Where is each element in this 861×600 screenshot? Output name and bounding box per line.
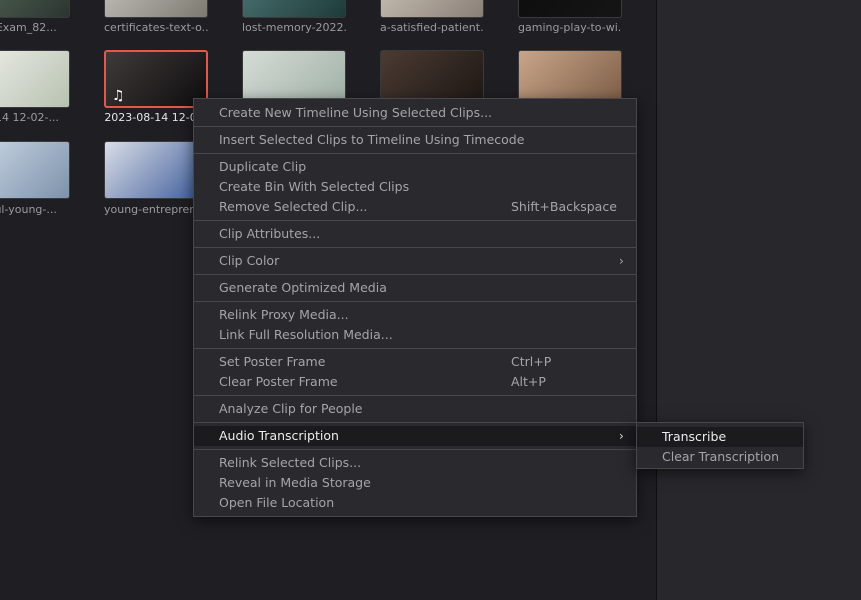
menu-item-link-full-resolution[interactable]: Link Full Resolution Media... [194, 325, 636, 345]
clip-thumbnail-image[interactable] [0, 141, 70, 199]
clip-thumbnail-image[interactable] [0, 0, 70, 18]
menu-item-remove-clip[interactable]: Remove Selected Clip... Shift+Backspace [194, 197, 636, 217]
menu-item-label: Reveal in Media Storage [219, 475, 371, 490]
chevron-right-icon: › [619, 254, 624, 268]
clip-name: re_Exam_82... [0, 21, 57, 34]
menu-item-generate-optimized-media[interactable]: Generate Optimized Media [194, 278, 636, 298]
menu-item-label: Relink Proxy Media... [219, 307, 349, 322]
menu-item-clip-attributes[interactable]: Clip Attributes... [194, 224, 636, 244]
clip-name: lost-memory-2022... [242, 21, 346, 34]
menu-item-shortcut: Alt+P [511, 374, 546, 389]
submenu-item-label: Clear Transcription [662, 449, 780, 464]
clip-name: certificates-text-o... [104, 21, 208, 34]
clip-thumbnail-image[interactable] [380, 0, 484, 18]
menu-separator [194, 449, 636, 450]
menu-item-label: Clip Color [219, 253, 280, 268]
clip-thumbnail-image[interactable] [518, 0, 622, 18]
menu-item-clip-color[interactable]: Clip Color › [194, 251, 636, 271]
clip-name: gaming-play-to-wi... [518, 21, 622, 34]
submenu-item-clear-transcription[interactable]: Clear Transcription [637, 447, 803, 467]
menu-separator [194, 220, 636, 221]
menu-item-relink-selected-clips[interactable]: Relink Selected Clips... [194, 453, 636, 473]
clip-thumbnail[interactable]: 08-14 12-02-... [0, 50, 70, 130]
menu-separator [194, 153, 636, 154]
menu-item-label: Set Poster Frame [219, 354, 326, 369]
menu-item-label: Link Full Resolution Media... [219, 327, 393, 342]
menu-item-audio-transcription[interactable]: Audio Transcription › [194, 426, 636, 446]
menu-item-label: Open File Location [219, 495, 335, 510]
menu-separator [194, 301, 636, 302]
menu-item-duplicate-clip[interactable]: Duplicate Clip [194, 157, 636, 177]
submenu-item-label: Transcribe [662, 429, 727, 444]
clip-thumbnail[interactable]: ssful-young-... [0, 141, 70, 221]
menu-item-insert-clips-timecode[interactable]: Insert Selected Clips to Timeline Using … [194, 130, 636, 150]
menu-item-label: Duplicate Clip [219, 159, 307, 174]
menu-item-label: Remove Selected Clip... [219, 199, 368, 214]
music-note-icon: ♫ [112, 88, 125, 104]
clip-thumbnail[interactable]: a-satisfied-patient... [380, 0, 484, 40]
menu-separator [194, 274, 636, 275]
clip-thumbnail[interactable]: lost-memory-2022... [242, 0, 346, 40]
clip-thumbnail[interactable]: gaming-play-to-wi... [518, 0, 622, 40]
menu-item-clear-poster-frame[interactable]: Clear Poster Frame Alt+P [194, 372, 636, 392]
clip-thumbnail[interactable]: re_Exam_82... [0, 0, 70, 40]
menu-item-label: Audio Transcription [219, 428, 339, 443]
menu-separator [194, 422, 636, 423]
menu-separator [194, 348, 636, 349]
menu-item-create-new-timeline[interactable]: Create New Timeline Using Selected Clips… [194, 103, 636, 123]
submenu-item-transcribe[interactable]: Transcribe [637, 427, 803, 447]
menu-separator [194, 247, 636, 248]
clip-thumbnail-image[interactable] [104, 0, 208, 18]
menu-item-shortcut: Shift+Backspace [511, 199, 617, 214]
context-menu: Create New Timeline Using Selected Clips… [193, 98, 637, 517]
audio-transcription-submenu: Transcribe Clear Transcription [636, 422, 804, 469]
clip-name: a-satisfied-patient... [380, 21, 484, 34]
menu-item-relink-proxy-media[interactable]: Relink Proxy Media... [194, 305, 636, 325]
menu-item-label: Clear Poster Frame [219, 374, 338, 389]
clip-thumbnail-image[interactable] [0, 50, 70, 108]
menu-item-set-poster-frame[interactable]: Set Poster Frame Ctrl+P [194, 352, 636, 372]
menu-separator [194, 126, 636, 127]
right-panel [657, 0, 861, 600]
menu-item-shortcut: Ctrl+P [511, 354, 552, 369]
menu-item-label: Create Bin With Selected Clips [219, 179, 410, 194]
menu-item-label: Generate Optimized Media [219, 280, 387, 295]
menu-item-open-file-location[interactable]: Open File Location [194, 493, 636, 513]
clip-thumbnail-image[interactable] [242, 0, 346, 18]
menu-item-label: Analyze Clip for People [219, 401, 363, 416]
menu-item-analyze-clip-people[interactable]: Analyze Clip for People [194, 399, 636, 419]
menu-item-label: Insert Selected Clips to Timeline Using … [219, 132, 525, 147]
menu-item-reveal-media-storage[interactable]: Reveal in Media Storage [194, 473, 636, 493]
clip-thumbnail[interactable]: certificates-text-o... [104, 0, 208, 40]
menu-item-create-bin[interactable]: Create Bin With Selected Clips [194, 177, 636, 197]
menu-item-label: Create New Timeline Using Selected Clips… [219, 105, 493, 120]
menu-item-label: Relink Selected Clips... [219, 455, 362, 470]
menu-separator [194, 395, 636, 396]
clip-name: 08-14 12-02-... [0, 111, 59, 124]
chevron-right-icon: › [619, 429, 624, 443]
menu-item-label: Clip Attributes... [219, 226, 321, 241]
clip-name: ssful-young-... [0, 203, 57, 216]
